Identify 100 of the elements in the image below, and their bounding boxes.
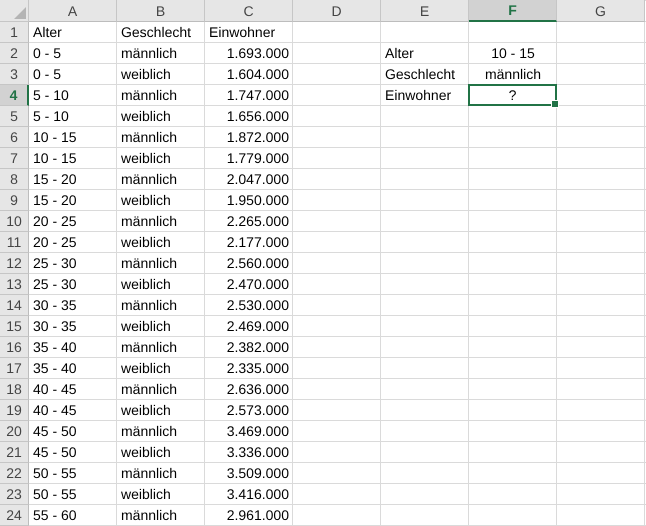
table-cell-text: 1.779.000 bbox=[226, 149, 290, 168]
table-cell-text: weiblich bbox=[120, 65, 172, 84]
row-header[interactable]: 3 bbox=[0, 64, 29, 85]
table-cell-text: 30 - 35 bbox=[32, 317, 78, 336]
column-header[interactable]: A bbox=[29, 0, 117, 22]
row-header[interactable]: 1 bbox=[0, 22, 29, 43]
table-cell-text: 2.469.000 bbox=[226, 317, 290, 336]
table-cell-text: 50 - 55 bbox=[32, 464, 78, 483]
table-cell-text: 35 - 40 bbox=[32, 359, 78, 378]
table-cell-text: 2.530.000 bbox=[226, 296, 290, 315]
fill-handle[interactable] bbox=[551, 100, 559, 108]
table-cell-text: weiblich bbox=[120, 317, 172, 336]
table-cell-text: weiblich bbox=[120, 359, 172, 378]
table-cell-text: 0 - 5 bbox=[32, 44, 62, 63]
table-cell-text: weiblich bbox=[120, 443, 172, 462]
table-cell-text: 2.047.000 bbox=[226, 170, 290, 189]
table-cell-text: weiblich bbox=[120, 149, 172, 168]
table-cell-text: 3.509.000 bbox=[226, 464, 290, 483]
table-cell-text: 15 - 20 bbox=[32, 170, 78, 189]
table-cell-text: 5 - 10 bbox=[32, 107, 70, 126]
row-header[interactable]: 8 bbox=[0, 169, 29, 190]
row-header[interactable]: 20 bbox=[0, 421, 29, 442]
row-header[interactable]: 15 bbox=[0, 316, 29, 337]
row-header[interactable]: 11 bbox=[0, 232, 29, 253]
row-header[interactable]: 2 bbox=[0, 43, 29, 64]
table-cell-text: 0 - 5 bbox=[32, 65, 62, 84]
table-cell-text: 40 - 45 bbox=[32, 380, 78, 399]
table-cell-text: 2.265.000 bbox=[226, 212, 290, 231]
table-cell-text: Einwohner bbox=[384, 86, 452, 105]
table-cell-text: 2.961.000 bbox=[226, 506, 290, 525]
row-header[interactable]: 24 bbox=[0, 505, 29, 526]
column-header[interactable]: G bbox=[557, 0, 645, 22]
table-cell-text: weiblich bbox=[120, 485, 172, 504]
row-header[interactable]: 23 bbox=[0, 484, 29, 505]
row-header[interactable]: 7 bbox=[0, 148, 29, 169]
table-cell-text: 2.560.000 bbox=[226, 254, 290, 273]
table-cell-text: 1.693.000 bbox=[226, 44, 290, 63]
table-cell-text: 45 - 50 bbox=[32, 443, 78, 462]
row-header[interactable]: 10 bbox=[0, 211, 29, 232]
column-header[interactable]: C bbox=[205, 0, 293, 22]
row-header[interactable]: 6 bbox=[0, 127, 29, 148]
table-cell-text: 1.604.000 bbox=[226, 65, 290, 84]
table-cell-text: weiblich bbox=[120, 233, 172, 252]
table-cell-text: männlich bbox=[120, 506, 178, 525]
table-cell-text: männlich bbox=[120, 254, 178, 273]
table-cell-text: 10 - 15 bbox=[32, 128, 78, 147]
table-cell-text: 3.336.000 bbox=[226, 443, 290, 462]
table-cell-text: 15 - 20 bbox=[32, 191, 78, 210]
row-header[interactable]: 12 bbox=[0, 253, 29, 274]
table-cell-text: 2.335.000 bbox=[226, 359, 290, 378]
row-header[interactable]: 22 bbox=[0, 463, 29, 484]
table-cell-text: 25 - 30 bbox=[32, 275, 78, 294]
table-cell-text: 2.470.000 bbox=[226, 275, 290, 294]
table-cell-text: 2.382.000 bbox=[226, 338, 290, 357]
table-cell-text: Geschlecht bbox=[120, 23, 192, 42]
table-cell-text: weiblich bbox=[120, 401, 172, 420]
table-cell-text: männlich bbox=[484, 65, 542, 84]
column-header[interactable]: D bbox=[293, 0, 381, 22]
row-header[interactable]: 4 bbox=[0, 85, 29, 106]
table-cell-text: 3.416.000 bbox=[226, 485, 290, 504]
table-cell: ? bbox=[468, 84, 557, 106]
table-cell-text: männlich bbox=[120, 296, 178, 315]
table-cell-text: männlich bbox=[120, 212, 178, 231]
table-cell-text: Geschlecht bbox=[384, 65, 456, 84]
row-header[interactable]: 9 bbox=[0, 190, 29, 211]
table-cell-text: männlich bbox=[120, 422, 178, 441]
row-header[interactable]: 5 bbox=[0, 106, 29, 127]
table-cell-text: 1.950.000 bbox=[226, 191, 290, 210]
table-cell-text: Einwohner bbox=[208, 23, 276, 42]
table-cell-text: Alter bbox=[384, 44, 415, 63]
table-cell-text: 1.747.000 bbox=[226, 86, 290, 105]
row-header[interactable]: 21 bbox=[0, 442, 29, 463]
table-cell-text: 55 - 60 bbox=[32, 506, 78, 525]
table-cell-text: weiblich bbox=[120, 191, 172, 210]
table-cell-text: 10 - 15 bbox=[490, 44, 536, 63]
row-header[interactable]: 18 bbox=[0, 379, 29, 400]
row-header[interactable]: 14 bbox=[0, 295, 29, 316]
table-cell-text: 45 - 50 bbox=[32, 422, 78, 441]
column-header[interactable]: F bbox=[469, 0, 557, 22]
column-header[interactable]: B bbox=[117, 0, 205, 22]
row-header[interactable]: 17 bbox=[0, 358, 29, 379]
table-cell-text: 10 - 15 bbox=[32, 149, 78, 168]
table-cell-text: männlich bbox=[120, 338, 178, 357]
row-header[interactable]: 19 bbox=[0, 400, 29, 421]
column-header[interactable]: E bbox=[381, 0, 469, 22]
row-header[interactable]: 16 bbox=[0, 337, 29, 358]
table-cell-text: 2.177.000 bbox=[226, 233, 290, 252]
table-cell-text: 30 - 35 bbox=[32, 296, 78, 315]
table-cell-text: männlich bbox=[120, 86, 178, 105]
table-cell-text: 20 - 25 bbox=[32, 233, 78, 252]
table-cell-text: männlich bbox=[120, 464, 178, 483]
table-cell-text: weiblich bbox=[120, 275, 172, 294]
table-cell-text: 35 - 40 bbox=[32, 338, 78, 357]
table-cell-text: 3.469.000 bbox=[226, 422, 290, 441]
table-cell-text: 20 - 25 bbox=[32, 212, 78, 231]
row-header[interactable]: 13 bbox=[0, 274, 29, 295]
table-cell-text: 40 - 45 bbox=[32, 401, 78, 420]
table-cell-text: 25 - 30 bbox=[32, 254, 78, 273]
table-cell-text: 5 - 10 bbox=[32, 86, 70, 105]
table-cell-text: männlich bbox=[120, 170, 178, 189]
